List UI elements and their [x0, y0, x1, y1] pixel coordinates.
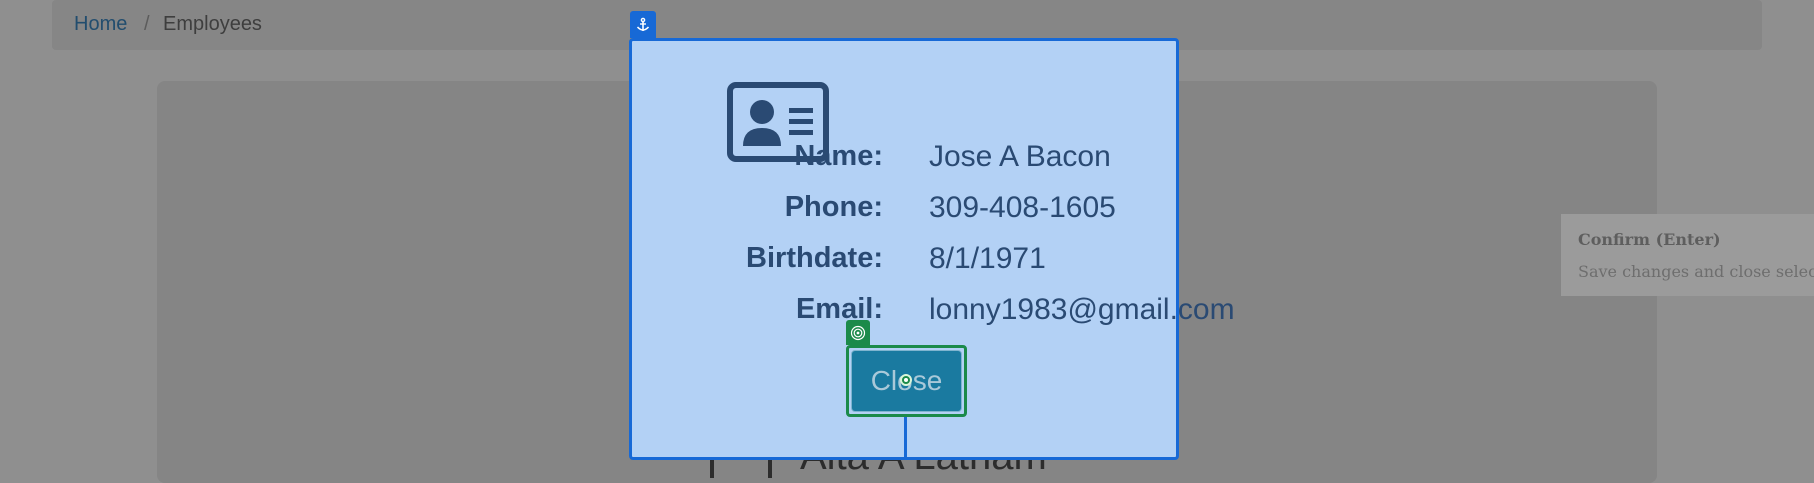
breadcrumb-current: Employees — [163, 13, 262, 35]
tooltip-text: Save changes and close select — [1578, 262, 1814, 281]
breadcrumb-separator: / — [144, 13, 150, 35]
phone-label: Phone: — [784, 191, 883, 223]
anchor-icon — [630, 11, 656, 38]
birthdate-label: Birthdate: — [746, 242, 883, 274]
email-value: lonny1983@gmail.com — [929, 293, 1235, 326]
tooltip-title: Confirm (Enter) — [1578, 230, 1721, 249]
employee-details-modal: Name: Jose A Bacon Phone: 309-408-1605 B… — [629, 38, 1235, 460]
email-label: Email: — [795, 293, 883, 325]
name-value: Jose A Bacon — [929, 140, 1111, 173]
breadcrumb-home-link[interactable]: Home — [74, 13, 127, 36]
target-icon — [846, 320, 870, 345]
click-target-marker — [900, 374, 912, 386]
connector-line — [904, 417, 907, 460]
name-label: Name: — [794, 140, 883, 172]
tooltip: Confirm (Enter) Save changes and close s… — [1561, 214, 1814, 296]
birthdate-value: 8/1/1971 — [929, 242, 1046, 275]
phone-value: 309-408-1605 — [929, 191, 1116, 224]
